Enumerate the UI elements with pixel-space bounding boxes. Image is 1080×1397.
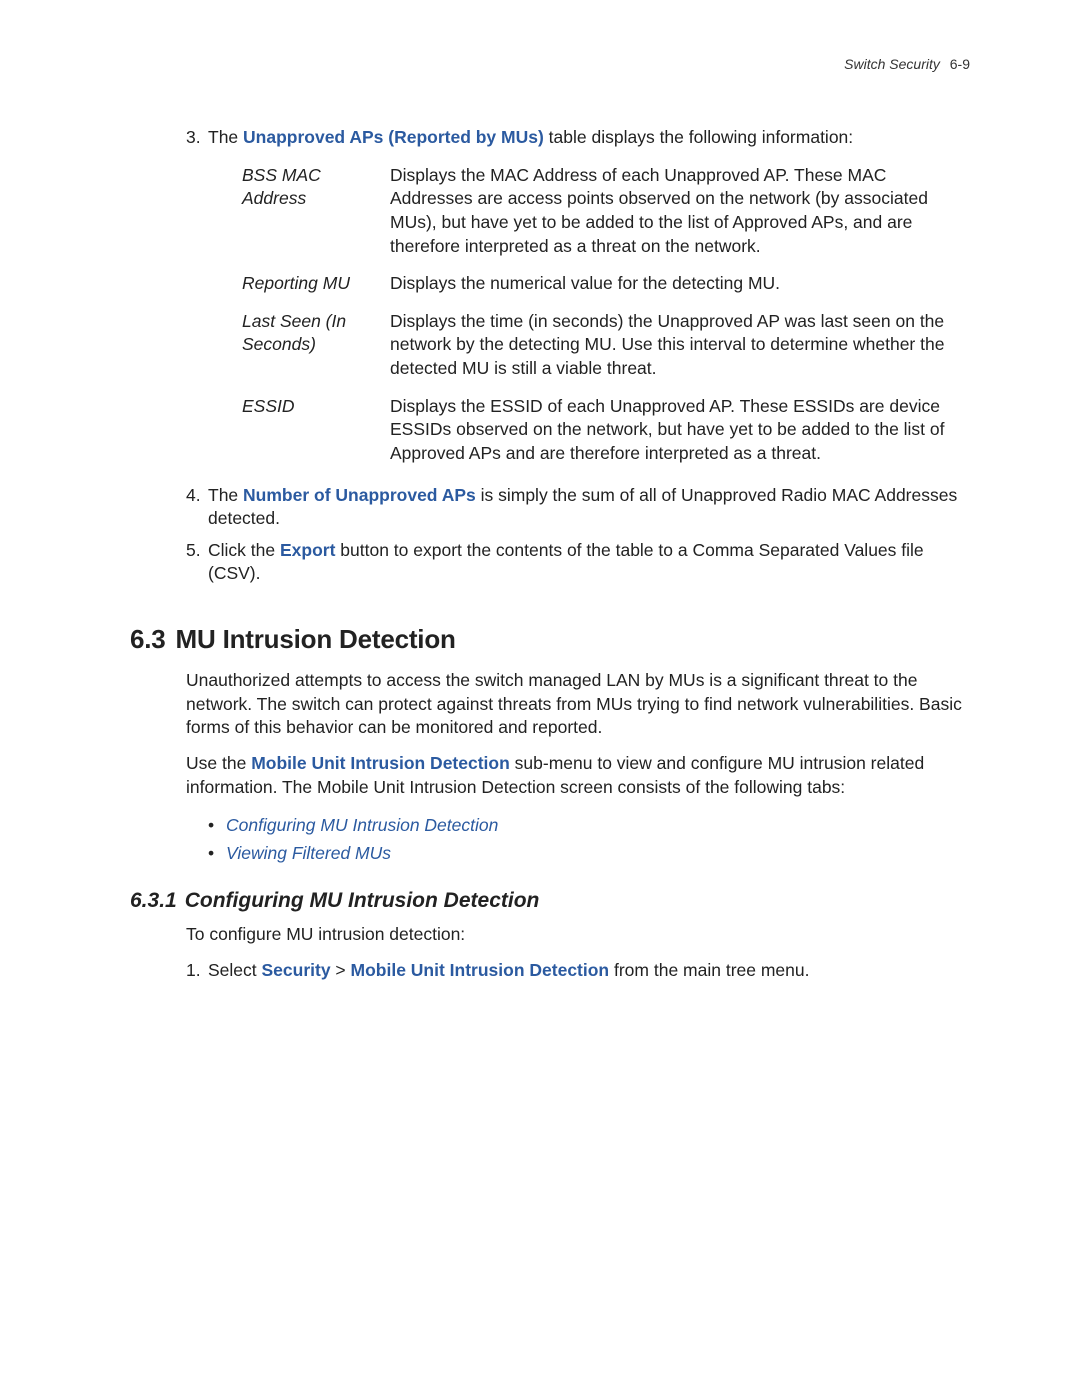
- item-number: 5.: [186, 539, 208, 586]
- definition-term: Last Seen (In Seconds): [242, 310, 390, 381]
- definition-row: Last Seen (In Seconds)Displays the time …: [242, 310, 970, 381]
- section-title: Configuring MU Intrusion Detection: [185, 889, 540, 912]
- definition-term: ESSID: [242, 395, 390, 466]
- inline-bold: Unapproved APs (Reported by MUs): [243, 127, 544, 147]
- definition-term: BSS MAC Address: [242, 164, 390, 259]
- running-header: Switch Security 6-9: [130, 56, 970, 72]
- list-item-4: 4. The Number of Unapproved APs is simpl…: [186, 484, 970, 531]
- definition-description: Displays the time (in seconds) the Unapp…: [390, 310, 970, 381]
- text-pre: Select: [208, 960, 262, 980]
- bullet-list: •Configuring MU Intrusion Detection•View…: [208, 811, 970, 867]
- definition-term: Reporting MU: [242, 272, 390, 296]
- header-title: Switch Security: [844, 56, 940, 72]
- list-item-3: 3. The Unapproved APs (Reported by MUs) …: [186, 126, 970, 150]
- item-body: Click the Export button to export the co…: [208, 539, 970, 586]
- text-pre: Use the: [186, 753, 251, 773]
- item-body: The Unapproved APs (Reported by MUs) tab…: [208, 126, 970, 150]
- steps-list: 1. Select Security > Mobile Unit Intrusi…: [186, 959, 970, 983]
- item-number: 4.: [186, 484, 208, 531]
- definition-row: ESSIDDisplays the ESSID of each Unapprov…: [242, 395, 970, 466]
- definition-description: Displays the numerical value for the det…: [390, 272, 970, 296]
- paragraph: Unauthorized attempts to access the swit…: [186, 669, 970, 740]
- step-1: 1. Select Security > Mobile Unit Intrusi…: [186, 959, 970, 983]
- list-item-5: 5. Click the Export button to export the…: [186, 539, 970, 586]
- header-page: 6-9: [950, 56, 970, 72]
- section-heading-6-3-1: 6.3.1 Configuring MU Intrusion Detection: [130, 889, 970, 913]
- bullet-link[interactable]: Configuring MU Intrusion Detection: [226, 811, 498, 839]
- intro-text: To configure MU intrusion detection:: [186, 923, 970, 947]
- definition-row: Reporting MUDisplays the numerical value…: [242, 272, 970, 296]
- inline-bold: Export: [280, 540, 335, 560]
- bullet-item: •Viewing Filtered MUs: [208, 839, 970, 867]
- page-container: Switch Security 6-9 3. The Unapproved AP…: [0, 0, 1080, 1050]
- text-pre: Click the: [208, 540, 280, 560]
- definition-row: BSS MAC AddressDisplays the MAC Address …: [242, 164, 970, 259]
- paragraph: Use the Mobile Unit Intrusion Detection …: [186, 752, 970, 799]
- section-title: MU Intrusion Detection: [176, 624, 456, 654]
- text-pre: The: [208, 485, 243, 505]
- definition-description: Displays the MAC Address of each Unappro…: [390, 164, 970, 259]
- inline-bold: Security: [262, 960, 331, 980]
- bullet-item: •Configuring MU Intrusion Detection: [208, 811, 970, 839]
- text-post: table displays the following information…: [544, 127, 853, 147]
- bullet-dot-icon: •: [208, 811, 226, 839]
- ordered-list-top: 3. The Unapproved APs (Reported by MUs) …: [186, 126, 970, 586]
- text-post: from the main tree menu.: [609, 960, 809, 980]
- inline-bold: Mobile Unit Intrusion Detection: [351, 960, 610, 980]
- item-number: 3.: [186, 126, 208, 150]
- separator: >: [331, 960, 351, 980]
- section-number: 6.3: [130, 624, 166, 654]
- item-number: 1.: [186, 959, 208, 983]
- inline-bold: Mobile Unit Intrusion Detection: [251, 753, 510, 773]
- definition-table: BSS MAC AddressDisplays the MAC Address …: [242, 164, 970, 466]
- inline-bold: Number of Unapproved APs: [243, 485, 476, 505]
- section-heading-6-3: 6.3 MU Intrusion Detection: [130, 624, 970, 655]
- text-pre: The: [208, 127, 243, 147]
- bullet-link[interactable]: Viewing Filtered MUs: [226, 839, 391, 867]
- item-body: The Number of Unapproved APs is simply t…: [208, 484, 970, 531]
- definition-description: Displays the ESSID of each Unapproved AP…: [390, 395, 970, 466]
- section-number: 6.3.1: [130, 889, 177, 912]
- bullet-dot-icon: •: [208, 839, 226, 867]
- item-body: Select Security > Mobile Unit Intrusion …: [208, 959, 970, 983]
